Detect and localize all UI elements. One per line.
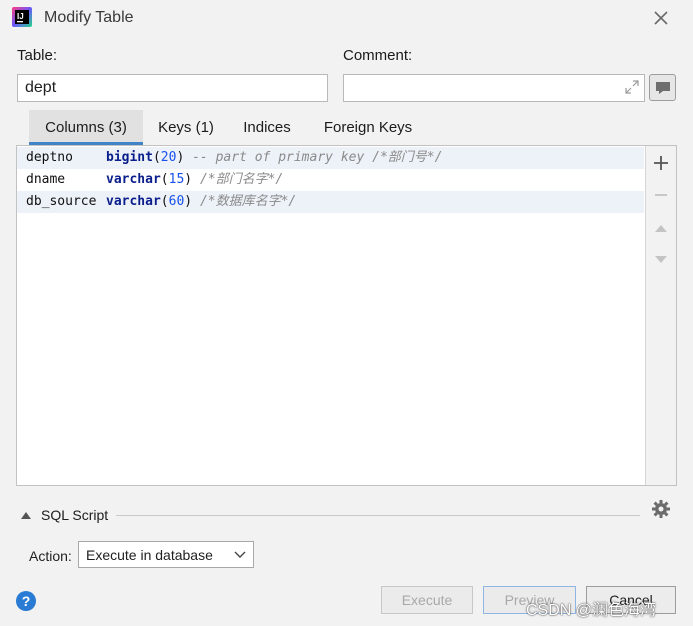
column-comment: /*部门名字*/ [199,172,284,187]
datagrip-app-icon: IJ [12,7,32,27]
close-icon[interactable] [650,7,672,29]
add-icon[interactable] [650,152,672,174]
action-label: Action: [29,548,72,564]
divider [116,515,640,516]
remove-icon[interactable] [650,184,672,206]
execute-button[interactable]: Execute [381,586,473,614]
comment-button[interactable] [649,74,676,101]
move-up-icon[interactable] [650,217,672,239]
column-name: deptno [26,150,73,165]
tab-indices[interactable]: Indices [234,110,300,145]
move-down-icon[interactable] [650,248,672,270]
svg-text:IJ: IJ [17,12,24,21]
column-comment: /*数据库名字*/ [199,194,297,209]
tab-foreign-keys[interactable]: Foreign Keys [313,110,423,145]
expand-icon[interactable] [624,79,640,95]
column-row[interactable]: dname varchar(15) /*部门名字*/ [17,169,644,191]
column-type: varchar [106,172,161,187]
comment-input[interactable] [343,74,645,102]
tab-columns[interactable]: Columns (3) [29,110,143,145]
column-type: varchar [106,194,161,209]
column-size: 60 [168,194,185,209]
column-definition: varchar(15) /*部门名字*/ [106,172,284,187]
column-name: db_source [26,194,97,209]
help-icon[interactable]: ? [16,591,36,611]
column-definition: bigint(20) -- part of primary key /*部门号*… [106,150,443,165]
column-definition: varchar(60) /*数据库名字*/ [106,194,297,209]
column-size: 20 [160,150,177,165]
gear-icon[interactable] [651,499,671,519]
comment-label: Comment: [343,47,413,64]
tab-keys[interactable]: Keys (1) [150,110,222,145]
window-title: Modify Table [44,9,134,26]
collapse-arrow-icon[interactable] [20,510,32,520]
column-comment: -- part of primary key /*部门号*/ [192,150,443,165]
column-name: dname [26,172,66,187]
column-type: bigint [106,150,153,165]
watermark: CSDN @澜色海湾 [526,602,657,619]
sql-script-label[interactable]: SQL Script [41,507,108,523]
table-label: Table: [17,47,58,64]
column-row[interactable]: db_source varchar(60) /*数据库名字*/ [17,191,644,213]
table-name-input[interactable]: dept [17,74,328,102]
action-select[interactable]: Execute in database [78,541,254,568]
speech-bubble-icon [656,82,670,94]
column-size: 15 [168,172,185,187]
chevron-down-icon [234,551,246,558]
column-row[interactable]: deptno bigint(20) -- part of primary key… [17,147,644,169]
